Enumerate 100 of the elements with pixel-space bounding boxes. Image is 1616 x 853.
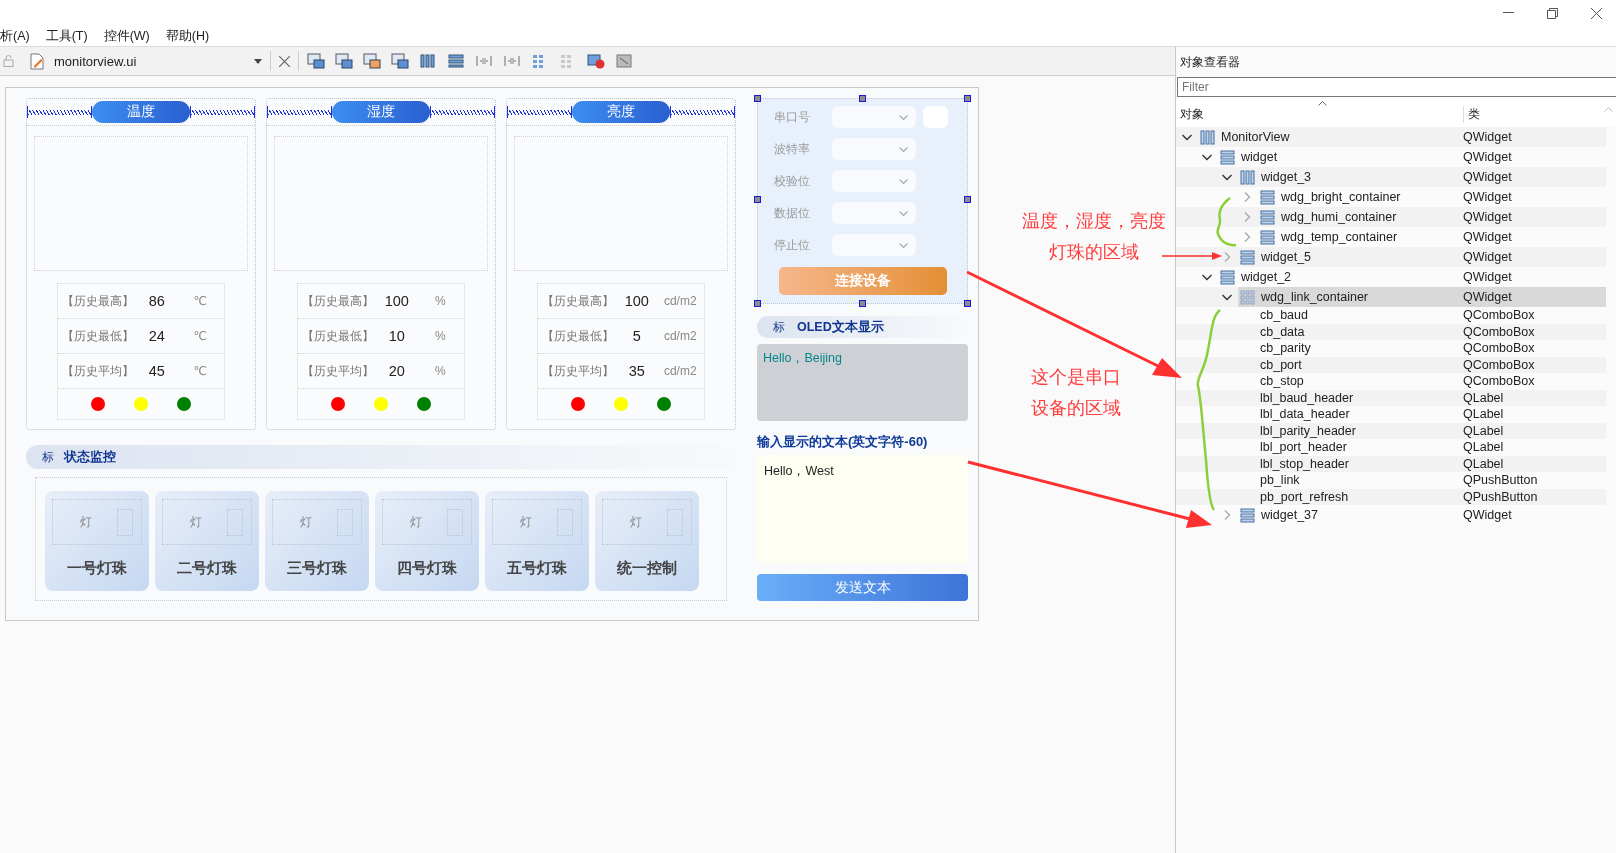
lamp-label: 五号灯珠 xyxy=(507,559,567,578)
panel-title: 亮度 xyxy=(572,101,670,123)
tree-row[interactable]: widget_5 QWidget xyxy=(1176,247,1606,267)
vertical-splitter-icon[interactable] xyxy=(503,53,521,69)
tree-row[interactable]: widget_3 QWidget xyxy=(1176,167,1606,187)
restore-icon[interactable] xyxy=(1547,7,1558,19)
dropdown-caret-icon[interactable] xyxy=(254,58,262,64)
input-label: 输入显示的文本(英文字符-60) xyxy=(757,433,929,450)
chevron-icon xyxy=(899,210,908,216)
tree-row[interactable]: MonitorView QWidget xyxy=(1176,127,1606,147)
selection-handle[interactable] xyxy=(964,196,971,203)
adjust-size-icon[interactable] xyxy=(615,53,633,69)
stat-value: 100 xyxy=(383,293,410,309)
lamp-marker: 灯 xyxy=(300,513,312,531)
lamp-label: 三号灯珠 xyxy=(287,559,347,578)
close-icon[interactable] xyxy=(279,55,290,67)
menu-item[interactable]: 工具(T) xyxy=(45,27,88,45)
file-name[interactable]: monitorview.ui xyxy=(54,53,254,69)
stat-unit: cd/m2 xyxy=(662,364,698,378)
object-name: cb_stop xyxy=(1260,374,1304,389)
scroll-up-icon[interactable] xyxy=(1604,107,1613,112)
filter-field[interactable]: Filter xyxy=(1177,77,1616,97)
lamp-card[interactable]: 灯 三号灯珠 xyxy=(265,491,369,591)
grid-icon xyxy=(1240,289,1255,305)
sort-caret-icon[interactable] xyxy=(1318,101,1327,106)
class-name: QComboBox xyxy=(1463,308,1535,323)
class-name: QWidget xyxy=(1463,508,1512,522)
stat-unit: cd/m2 xyxy=(662,329,698,343)
object-name: pb_link xyxy=(1260,473,1300,488)
stat-unit: ℃ xyxy=(192,329,209,343)
selection-handle[interactable] xyxy=(754,95,761,102)
tree-row[interactable]: wdg_link_container QWidget xyxy=(1176,287,1606,307)
lamp-slot xyxy=(447,509,463,536)
lamp-marker: 灯 xyxy=(520,513,532,531)
menu-item[interactable]: 控件(W) xyxy=(103,27,150,45)
stat-unit: % xyxy=(433,364,447,378)
class-name: QLabel xyxy=(1463,407,1504,422)
field-label: 波特率 xyxy=(774,141,811,157)
stat-label: 【历史平均】 xyxy=(540,362,615,380)
lamp-slot xyxy=(667,509,683,536)
text-input-field[interactable]: Hello，West xyxy=(757,455,968,563)
stat-value: 35 xyxy=(627,363,646,379)
stat-label: 【历史最高】 xyxy=(60,292,135,310)
lamp-card[interactable]: 灯 四号灯珠 xyxy=(375,491,479,591)
panel-title: 温度 xyxy=(92,101,190,123)
minimize-icon[interactable] xyxy=(1503,12,1514,14)
lamp-card[interactable]: 灯 二号灯珠 xyxy=(155,491,259,591)
class-name: QComboBox xyxy=(1463,341,1535,356)
rows-icon xyxy=(1260,189,1275,205)
horizontal-splitter-icon[interactable] xyxy=(475,53,493,69)
object-name: lbl_port_header xyxy=(1260,440,1347,455)
selection-handle[interactable] xyxy=(964,95,971,102)
break-layout-icon[interactable] xyxy=(587,53,605,69)
lamp-card[interactable]: 灯 一号灯珠 xyxy=(45,491,149,591)
stat-value: 100 xyxy=(623,293,650,309)
rows-icon xyxy=(1260,229,1275,245)
object-name: widget_2 xyxy=(1241,270,1292,284)
selection-handle[interactable] xyxy=(754,196,761,203)
lamp-card[interactable]: 灯 统一控制 xyxy=(595,491,699,591)
object-name: lbl_stop_header xyxy=(1260,456,1349,471)
column-header[interactable]: 对象 xyxy=(1180,106,1204,123)
lamp-slot xyxy=(117,509,133,536)
lamp-card[interactable]: 灯 五号灯珠 xyxy=(485,491,589,591)
stat-unit: % xyxy=(433,329,447,343)
columns-icon xyxy=(1240,169,1255,185)
stat-label: 【历史最低】 xyxy=(540,327,615,345)
object-name: widget xyxy=(1241,150,1278,164)
horizontal-layout-icon[interactable] xyxy=(419,53,437,69)
object-name: wdg_bright_container xyxy=(1281,190,1401,204)
menu-item[interactable]: 帮助(H) xyxy=(165,27,210,45)
lamp-marker: 灯 xyxy=(80,513,92,531)
file-edit-icon[interactable] xyxy=(30,52,44,70)
selection-handle[interactable] xyxy=(964,300,971,307)
lamp-slot xyxy=(337,509,353,536)
stat-label: 【历史最低】 xyxy=(300,327,375,345)
class-name: QLabel xyxy=(1463,456,1504,471)
menu-item[interactable]: 析(A) xyxy=(0,27,30,45)
selection-handle[interactable] xyxy=(859,300,866,307)
selection-handle[interactable] xyxy=(859,95,866,102)
class-name: QPushButton xyxy=(1463,473,1538,488)
close-icon[interactable] xyxy=(1591,7,1602,19)
lamp-label: 四号灯珠 xyxy=(397,559,457,578)
object-name: widget_37 xyxy=(1261,508,1318,522)
vertical-layout-icon[interactable] xyxy=(447,53,465,69)
tree-row[interactable]: wdg_humi_container QWidget xyxy=(1176,207,1606,227)
stat-value: 24 xyxy=(147,328,166,344)
object-name: lbl_data_header xyxy=(1260,407,1350,422)
rows-icon xyxy=(1220,149,1235,165)
column-header[interactable]: 类 xyxy=(1463,106,1480,123)
lamp-label: 一号灯珠 xyxy=(67,559,127,578)
class-name: QWidget xyxy=(1463,290,1512,304)
panel-title: 湿度 xyxy=(332,101,430,123)
lock-icon[interactable] xyxy=(3,55,14,67)
object-name: wdg_link_container xyxy=(1261,290,1368,304)
class-name: QLabel xyxy=(1463,423,1504,438)
object-name: pb_port_refresh xyxy=(1260,489,1349,504)
widget-edit-icon[interactable] xyxy=(307,53,325,69)
selection-handle[interactable] xyxy=(754,300,761,307)
stat-value: 5 xyxy=(631,328,642,344)
object-name: lbl_parity_header xyxy=(1260,423,1356,438)
